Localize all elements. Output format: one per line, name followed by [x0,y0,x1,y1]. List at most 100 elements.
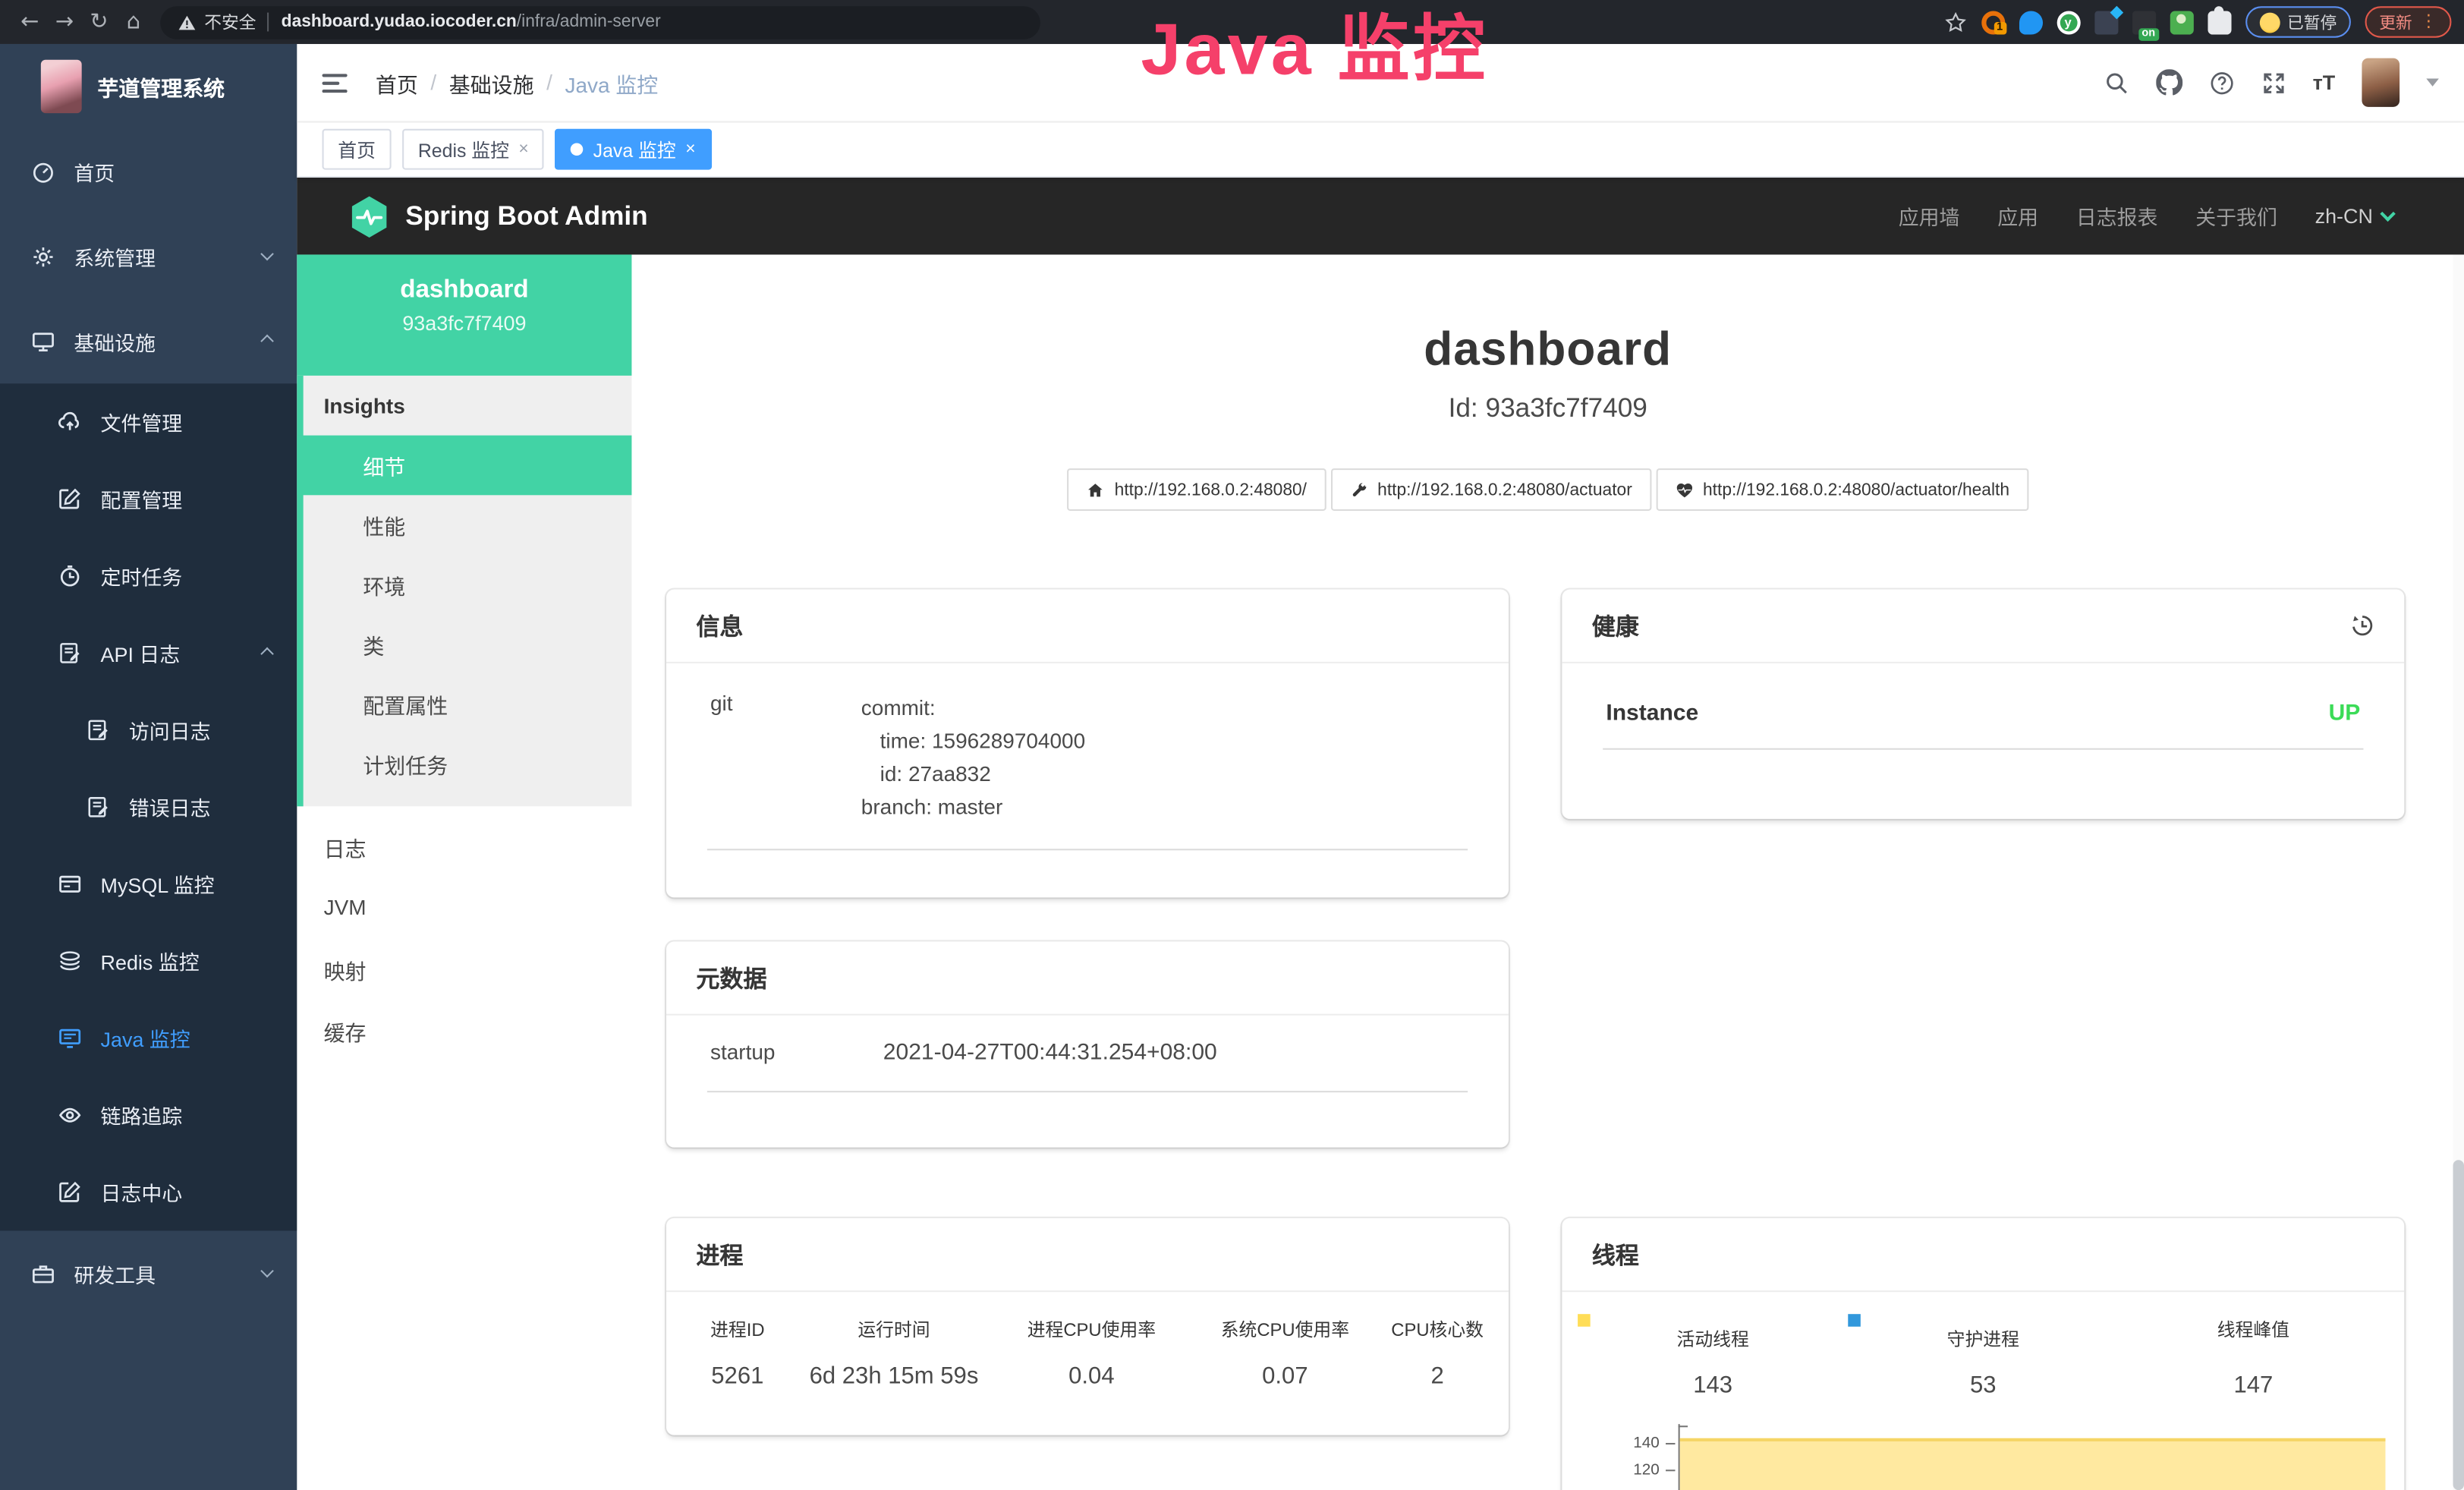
sba-item-caches[interactable]: 缓存 [297,1000,631,1061]
metadata-card: 元数据 startup 2021-04-27T00:44:31.254+08:0… [666,941,1509,1147]
tags-view-bar: 首页 Redis 监控 × Java 监控 × [297,123,2464,178]
sidebar-item-infra[interactable]: 基础设施 [0,298,297,383]
font-size-icon[interactable]: ᴛT [2313,71,2336,94]
app-logo[interactable]: 芋道管理系统 [0,44,297,129]
scrollbar-thumb[interactable] [2453,1160,2464,1490]
browser-reload-icon[interactable]: ↻ [82,9,117,34]
profile-paused-chip[interactable]: 已暂停 [2245,6,2351,37]
heartbeat-icon [1675,480,1694,499]
process-pid-header: 进程ID [675,1317,799,1342]
home-gauge-icon [31,159,55,183]
sidebar-item-devtools[interactable]: 研发工具 [0,1230,297,1315]
browser-back-icon[interactable]: ← [13,9,48,34]
security-label[interactable]: 不安全 [204,9,256,34]
app-sidebar: 芋道管理系统 首页 系统管理 基础设施 文件管理 [0,44,297,1490]
sba-item-jvm[interactable]: JVM [297,877,631,939]
breadcrumb-current: Java 监控 [565,67,659,98]
health-url-button[interactable]: http://192.168.0.2:48080/actuator/health [1656,468,2028,511]
process-card: 进程 进程ID 运行时间 进程CPU使用率 系统CPU使用率 CPU核心数 52… [666,1218,1509,1435]
sba-item-configprops[interactable]: 配置属性 [304,674,632,734]
user-menu-caret-icon[interactable] [2426,79,2439,87]
sba-language-select[interactable]: zh-CN [2315,204,2393,228]
extension-person-icon[interactable] [2170,10,2193,33]
tab-redis-monitor[interactable]: Redis 监控 × [402,129,544,170]
info-card-title: 信息 [666,590,1509,663]
sidebar-item-config-manage[interactable]: 配置管理 [0,461,297,537]
threads-chart: 140 120 100 [1562,1424,2404,1490]
breadcrumb: 首页 / 基础设施 / Java 监控 [376,67,658,98]
health-status-badge: UP [2329,701,2361,726]
sidebar-item-scheduled-job[interactable]: 定时任务 [0,537,297,614]
extension-grid-icon[interactable] [2094,10,2117,33]
sba-insights-section: Insights 细节 性能 环境 类 配置属性 计划任务 [297,376,631,806]
sba-nav-about[interactable]: 关于我们 [2195,201,2277,231]
sidebar-item-redis-monitor[interactable]: Redis 监控 [0,923,297,1000]
sba-item-metrics[interactable]: 性能 [304,495,632,555]
url-path[interactable]: /infra/admin-server [517,13,661,32]
github-icon[interactable] [2155,69,2182,96]
address-bar[interactable]: 不安全 dashboard.yudao.iocoder.cn/infra/adm… [160,5,1040,38]
close-icon[interactable]: × [685,140,695,159]
actuator-url-button[interactable]: http://192.168.0.2:48080/actuator [1330,468,1651,511]
instance-url-button[interactable]: http://192.168.0.2:48080/ [1068,468,1326,511]
profile-avatar-emoji [2259,12,2280,33]
process-uptime-value: 6d 23h 15m 59s [799,1362,989,1389]
breadcrumb-infra[interactable]: 基础设施 [449,67,534,98]
extension-oneclick-icon[interactable]: 1 [1981,10,2004,33]
user-avatar[interactable] [2362,58,2399,107]
sidebar-item-mysql-monitor[interactable]: MySQL 监控 [0,846,297,922]
history-icon[interactable] [2349,613,2374,638]
log-doc-icon [87,795,110,819]
sba-item-classes[interactable]: 类 [304,615,632,675]
sba-nav-wallboard[interactable]: 应用墙 [1899,201,1960,231]
sidebar-collapse-icon[interactable] [323,73,348,92]
health-instance-label: Instance [1606,701,1698,726]
sba-item-details[interactable]: 细节 [297,436,631,496]
sba-selected-app[interactable]: dashboard 93a3fc7f7409 [297,254,631,375]
sba-item-mappings[interactable]: 映射 [297,938,631,1000]
sidebar-item-java-monitor[interactable]: Java 监控 [0,1000,297,1076]
sba-nav-applications[interactable]: 应用 [1997,201,2038,231]
app-logo-image [41,60,82,113]
sidebar-item-error-log[interactable]: 错误日志 [0,769,297,846]
sidebar-item-trace[interactable]: 链路追踪 [0,1076,297,1153]
bookmark-star-icon[interactable] [1943,10,1967,33]
cloud-upload-icon [58,410,82,433]
timer-icon [58,564,82,587]
close-icon[interactable]: × [518,140,528,159]
cpu-cores-header: CPU核心数 [1376,1317,1499,1342]
address-divider [267,13,269,32]
sba-item-scheduled[interactable]: 计划任务 [304,734,632,794]
extension-circle-icon[interactable]: y [2056,10,2080,33]
eye-icon [58,1104,82,1127]
sba-nav-journal[interactable]: 日志报表 [2076,201,2158,231]
sba-item-environment[interactable]: 环境 [304,555,632,615]
sidebar-item-access-log[interactable]: 访问日志 [0,691,297,768]
content-scrollbar[interactable] [2453,254,2464,1490]
browser-menu-icon[interactable]: ⋮ [2420,14,2437,30]
sidebar-item-file-manage[interactable]: 文件管理 [0,383,297,460]
extension-switch-icon[interactable]: on [2132,10,2155,33]
sidebar-item-log-center[interactable]: 日志中心 [0,1154,297,1230]
monitor-icon [31,329,55,353]
sba-brand[interactable]: Spring Boot Admin [349,194,648,238]
sidebar-item-system[interactable]: 系统管理 [0,214,297,299]
sidebar-item-home[interactable]: 首页 [0,129,297,214]
info-value: commit: time: 1596289704000 id: 27aa832 … [861,691,1085,824]
sba-item-loggers[interactable]: 日志 [297,816,631,877]
browser-forward-icon[interactable]: → [47,9,82,34]
help-icon[interactable] [2209,70,2234,95]
browser-update-button[interactable]: 更新 ⋮ [2365,6,2452,37]
extension-pin-icon[interactable] [2019,10,2042,33]
security-warning-icon [178,14,197,31]
breadcrumb-home[interactable]: 首页 [376,67,418,98]
browser-home-icon[interactable]: ⌂ [116,9,151,34]
url-host[interactable]: dashboard.yudao.iocoder.cn [282,13,517,32]
fullscreen-icon[interactable] [2261,70,2286,95]
tab-java-monitor[interactable]: Java 监控 × [555,129,711,170]
search-icon[interactable] [2104,70,2129,95]
tab-home[interactable]: 首页 [323,129,392,170]
sba-content: dashboard Id: 93a3fc7f7409 http://192.16… [631,254,2464,1490]
sidebar-item-api-log[interactable]: API 日志 [0,615,297,691]
extensions-puzzle-icon[interactable] [2207,10,2230,33]
